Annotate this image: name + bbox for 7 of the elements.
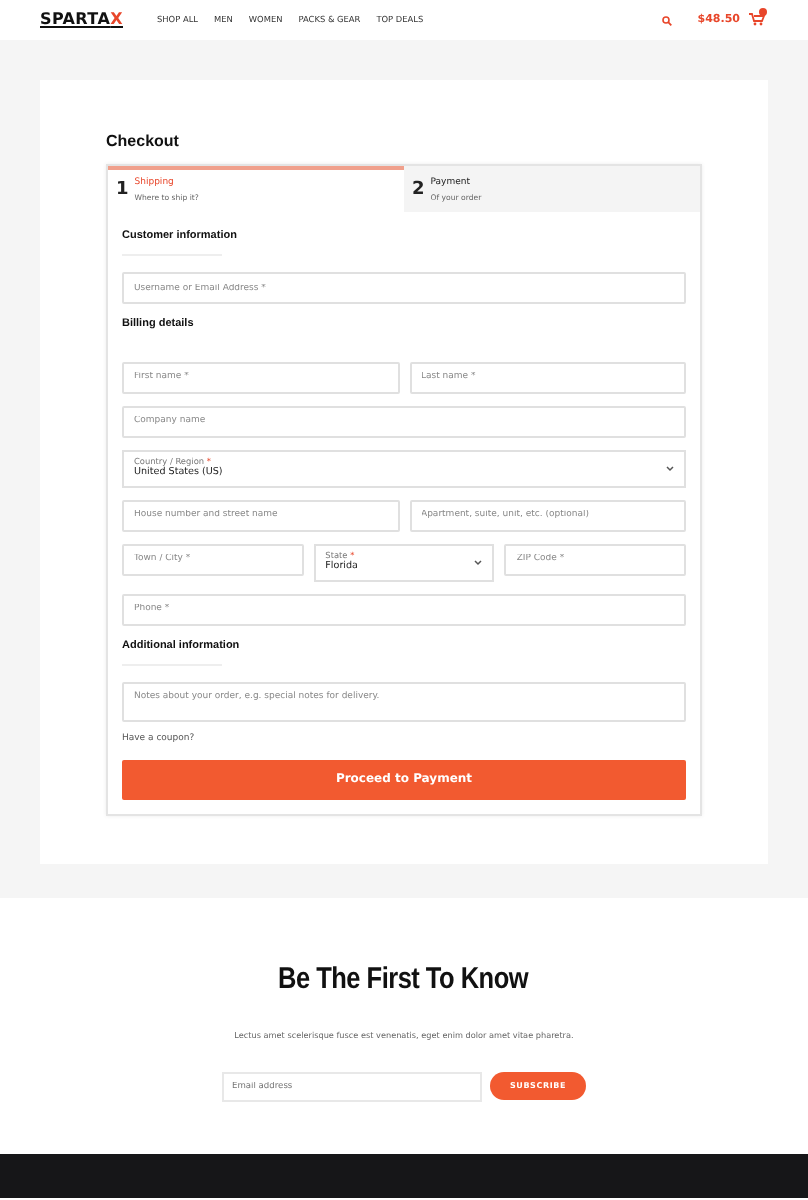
logo[interactable]: SPARTAX (40, 8, 123, 32)
newsletter-title: Be The First To Know (279, 959, 529, 999)
checkout-title: Checkout (106, 130, 181, 154)
search-icon[interactable] (661, 15, 672, 25)
cart-icon[interactable] (748, 7, 768, 25)
chevron-down-icon[interactable] (474, 559, 483, 565)
chevron-down-icon[interactable] (666, 465, 674, 471)
